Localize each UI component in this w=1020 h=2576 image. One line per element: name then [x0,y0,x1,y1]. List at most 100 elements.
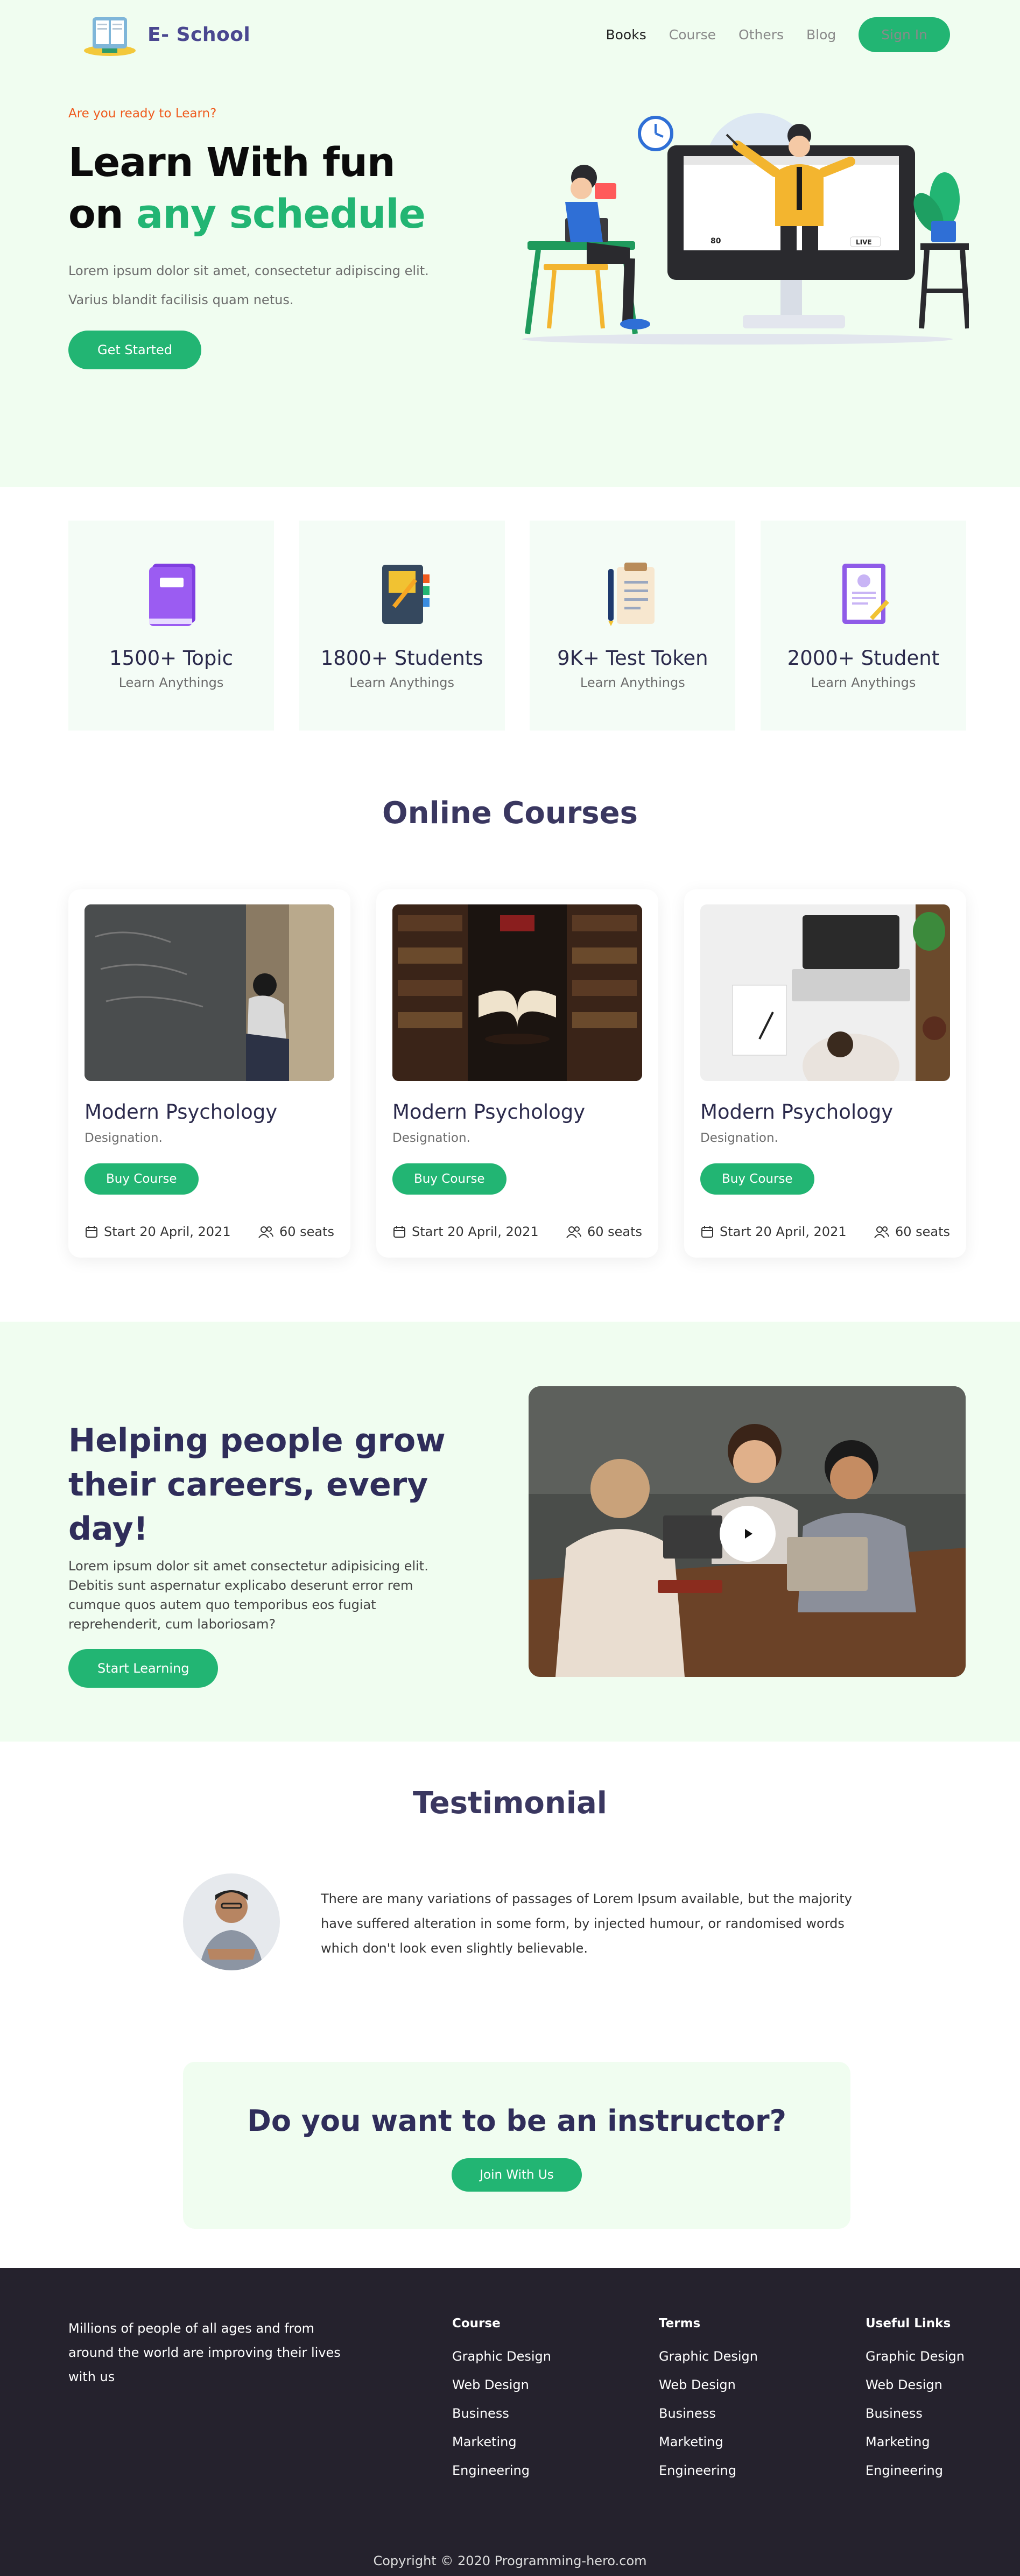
navbar: E- School Books Course Others Blog Sign … [81,13,950,56]
footer-link[interactable]: Graphic Design [866,2342,965,2371]
book-icon [149,564,195,626]
clipboard-icon [608,563,655,626]
course-seats-text: 60 seats [279,1224,334,1239]
career-video[interactable] [529,1386,966,1677]
course-title: Modern Psychology [700,1100,894,1124]
course-card: Modern Psychology Designation. Buy Cours… [376,889,658,1258]
course-seats: 60 seats [258,1224,334,1239]
footer-link[interactable]: Marketing [452,2428,551,2456]
play-button[interactable] [720,1506,776,1562]
copyright: Copyright © 2020 Programming-hero.com [373,2553,647,2568]
footer-link[interactable]: Business [866,2399,965,2428]
hero-title-prefix: on [68,191,137,237]
avatar [183,1873,280,1970]
nav-item-books[interactable]: Books [606,27,646,43]
avatar-photo [183,1873,280,1970]
footer-column-title: Course [452,2317,501,2331]
course-title: Modern Psychology [85,1100,278,1124]
career-text: Lorem ipsum dolor sit amet consectetur a… [68,1559,428,1632]
course-card: Modern Psychology Designation. Buy Cours… [68,889,350,1258]
course-start: Start 20 April, 2021 [85,1224,231,1239]
footer-link[interactable]: Marketing [866,2428,965,2456]
stat-card: 1800+ Students Learn Anythings [299,521,505,731]
buy-course-button[interactable]: Buy Course [700,1163,814,1195]
hero-subtitle-line1: Lorem ipsum dolor sit amet, consectetur … [68,263,429,278]
footer-about: Millions of people of all ages and from … [68,2321,341,2384]
brand[interactable]: E- School [81,11,250,58]
play-icon [745,1529,752,1539]
nav-item-others[interactable]: Others [738,27,784,43]
course-meta: Start 20 April, 2021 60 seats [392,1224,642,1239]
stat-label: Learn Anythings [580,675,685,690]
footer-link[interactable]: Business [659,2399,758,2428]
laptop-desk-photo [700,904,950,1098]
stats-section: 1500+ Topic Learn Anythings 1800+ Studen… [68,521,966,731]
course-meta: Start 20 April, 2021 60 seats [700,1224,950,1239]
footer-link[interactable]: Web Design [866,2371,965,2399]
users-icon [566,1226,581,1238]
course-start-text: Start 20 April, 2021 [720,1224,847,1239]
library-book-photo [392,904,642,1081]
stat-label: Learn Anythings [349,675,455,690]
hero-title: Learn With fun on any schedule [68,137,445,240]
notebook-pencil-icon [382,565,430,624]
hero-subtitle: Lorem ipsum dolor sit amet, consectetur … [68,256,445,314]
calendar-icon [701,1226,713,1238]
stat-value: 9K+ Test Token [557,647,708,670]
buy-course-button[interactable]: Buy Course [85,1163,199,1195]
nav-item-course[interactable]: Course [669,27,716,43]
footer-link[interactable]: Engineering [659,2456,758,2485]
course-start: Start 20 April, 2021 [700,1224,847,1239]
brand-name: E- School [147,23,251,46]
course-designation: Designation. [85,1131,163,1145]
course-seats: 60 seats [874,1224,950,1239]
footer-link[interactable]: Web Design [452,2371,551,2399]
nav-item-blog[interactable]: Blog [806,27,836,43]
hero-section: E- School Books Course Others Blog Sign … [0,0,1020,487]
footer-link[interactable]: Marketing [659,2428,758,2456]
calendar-icon [393,1226,405,1238]
testimonial-title: Testimonial [413,1786,607,1821]
viewer-count-label: 80 [711,237,721,245]
stat-value: 2000+ Student [787,647,940,670]
hero-title-line1: Learn With fun [68,139,396,186]
career-section: Helping people grow their careers, every… [0,1322,1020,1742]
online-teaching-illustration: 80 LIVE [522,113,969,345]
stat-card: 9K+ Test Token Learn Anythings [530,521,736,731]
course-designation: Designation. [392,1131,470,1145]
footer-link[interactable]: Business [452,2399,551,2428]
footer-link[interactable]: Graphic Design [452,2342,551,2371]
stat-label: Learn Anythings [811,675,916,690]
career-title: Helping people grow their careers, every… [68,1419,456,1551]
courses-title: Online Courses [382,796,638,831]
footer-link[interactable]: Engineering [452,2456,551,2485]
stat-value: 1500+ Topic [109,647,233,670]
certificate-icon [842,564,889,624]
footer-column-title: Terms [659,2317,701,2331]
footer-column-useful-links: Useful Links Graphic Design Web Design B… [866,2317,965,2485]
course-seats-text: 60 seats [895,1224,950,1239]
footer-column-title: Useful Links [866,2317,951,2331]
get-started-button[interactable]: Get Started [68,331,202,369]
start-learning-button[interactable]: Start Learning [68,1649,219,1688]
page: E- School Books Course Others Blog Sign … [0,0,1020,2576]
course-card: Modern Psychology Designation. Buy Cours… [684,889,966,1258]
live-label: LIVE [856,238,872,246]
main-menu: Books Course Others Blog Sign In [606,17,950,52]
school-logo-icon [84,17,136,56]
course-seats-text: 60 seats [587,1224,642,1239]
course-start-text: Start 20 April, 2021 [412,1224,539,1239]
users-icon [258,1226,273,1238]
stat-value: 1800+ Students [320,647,483,670]
footer-column-course: Course Graphic Design Web Design Busines… [452,2317,551,2485]
buy-course-button[interactable]: Buy Course [392,1163,507,1195]
join-with-us-button[interactable]: Join With Us [452,2158,582,2192]
footer-link[interactable]: Graphic Design [659,2342,758,2371]
testimonial-text: There are many variations of passages of… [321,1891,852,1956]
hero-eyebrow: Are you ready to Learn? [68,107,217,121]
footer-column-terms: Terms Graphic Design Web Design Business… [659,2317,758,2485]
stat-card: 2000+ Student Learn Anythings [760,521,966,731]
footer-link[interactable]: Engineering [866,2456,965,2485]
sign-in-button[interactable]: Sign In [859,17,950,52]
footer-link[interactable]: Web Design [659,2371,758,2399]
